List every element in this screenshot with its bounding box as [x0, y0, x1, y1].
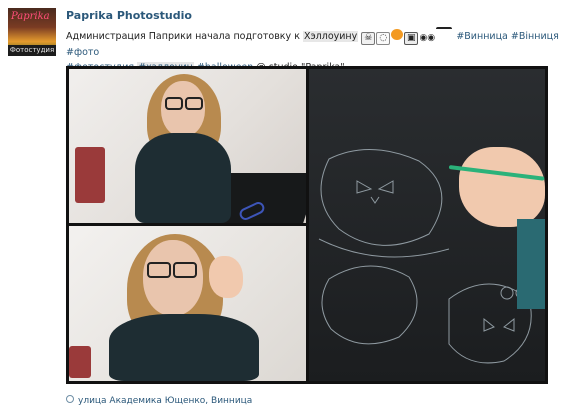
eyes-icon: ◉◉ — [419, 33, 436, 43]
glasses-image — [185, 97, 203, 110]
woman-body-image — [135, 133, 231, 223]
chair-image — [75, 147, 105, 203]
sleeve-image — [517, 219, 545, 309]
hashtag-link[interactable]: #Винница — [456, 31, 508, 42]
avatar-caption: Фотостудия — [8, 45, 56, 56]
glasses-image — [165, 97, 183, 110]
photo-2[interactable] — [69, 226, 306, 381]
photo-3[interactable] — [309, 69, 545, 381]
author-avatar[interactable]: Paprika Фотостудия — [8, 8, 56, 56]
hashtag-link[interactable]: #Вінниця — [511, 31, 559, 42]
location-link[interactable]: улица Академика Ющенко, Винница — [66, 395, 252, 406]
glasses-image — [173, 262, 197, 278]
map-pin-icon — [66, 395, 74, 403]
author-name-link[interactable]: Paprika Photostudio — [66, 9, 192, 22]
highlighted-word[interactable]: Хэллоуину — [302, 31, 359, 42]
post-text-intro: Администрация Паприки начала подготовку … — [66, 31, 303, 42]
chair-image — [69, 346, 91, 378]
post-line-1: Администрация Паприки начала подготовку … — [66, 27, 576, 60]
jack-o-lantern-icon — [391, 29, 404, 40]
hashtag-link[interactable]: #фото — [66, 47, 99, 58]
avatar-brand-text: Paprika — [11, 11, 50, 22]
photo-1[interactable] — [69, 69, 306, 223]
claw-hand-image — [209, 256, 243, 298]
hand-image — [459, 147, 545, 227]
ghost-icon: ◌ — [376, 32, 391, 45]
glasses-icon — [436, 27, 453, 40]
woman-body-image — [109, 314, 259, 381]
skull-icon: ☠ — [361, 32, 376, 45]
glasses-image — [147, 262, 171, 278]
woman-face-image — [143, 240, 203, 316]
vampire-icon: ▣ — [404, 32, 419, 45]
photo-collage[interactable] — [66, 66, 548, 384]
